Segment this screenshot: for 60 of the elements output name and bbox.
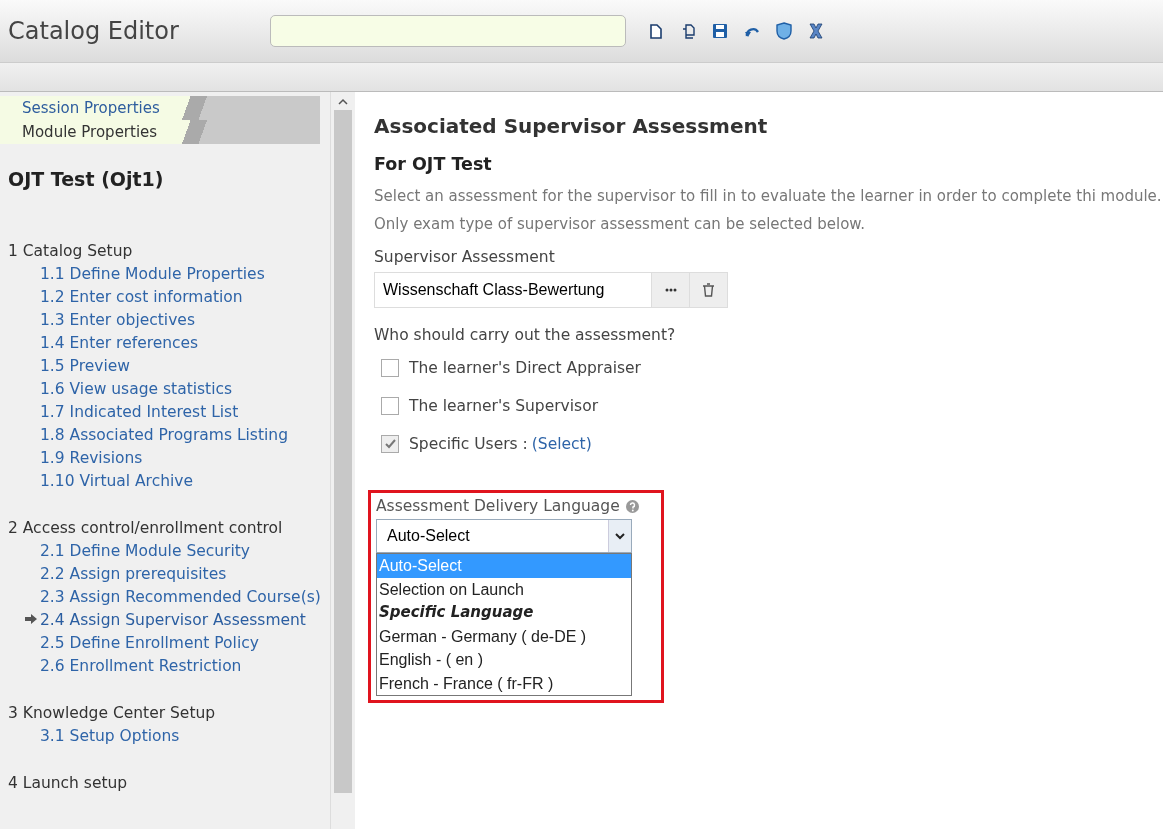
- app-title: Catalog Editor: [8, 17, 180, 45]
- delete-button[interactable]: [690, 272, 728, 308]
- assessment-field[interactable]: Wissenschaft Class-Bewertung: [374, 272, 652, 308]
- section-heading: 1 Catalog Setup: [8, 241, 134, 262]
- nav-link[interactable]: 1.8 Associated Programs Listing: [0, 424, 330, 447]
- checkbox[interactable]: [381, 435, 399, 453]
- new-document-icon: [650, 23, 662, 39]
- page-subtitle: For OJT Test: [374, 154, 493, 174]
- description: Select an assessment for the supervisor to fill in to evaluate the learner in order to complete thi module. Only exam type of supervisor assessment can be selected below.: [374, 186, 1163, 235]
- search-field[interactable]: [270, 15, 626, 47]
- trash-icon: [703, 283, 714, 297]
- nav-link[interactable]: 2.4 Assign Supervisor Assessment: [0, 609, 330, 632]
- checkbox-label: The learner's Direct Appraiser: [409, 359, 641, 377]
- dropdown-option[interactable]: German - Germany ( de-DE ): [377, 624, 631, 648]
- checkbox[interactable]: [381, 359, 399, 377]
- section-heading: 2 Access control/enrollment control: [8, 518, 284, 539]
- nav-link[interactable]: 1.5 Preview: [0, 355, 330, 378]
- nav-link[interactable]: 1.6 View usage statistics: [0, 378, 330, 401]
- nav-link[interactable]: 2.6 Enrollment Restriction: [0, 655, 330, 678]
- question-text: Who should carry out the assessment?: [374, 326, 677, 344]
- nav-link[interactable]: 1.3 Enter objectives: [0, 309, 330, 332]
- option-group-label: Specific Language: [378, 602, 535, 623]
- field-label: Supervisor Assessment: [374, 248, 556, 266]
- select-link[interactable]: (Select): [531, 435, 592, 453]
- scroll-thumb[interactable]: [334, 110, 352, 793]
- nav-link[interactable]: 1.7 Indicated Interest List: [0, 401, 330, 424]
- nav-link[interactable]: 1.9 Revisions: [0, 447, 330, 470]
- dropdown-option[interactable]: French - France ( fr-FR ): [377, 671, 631, 695]
- help-icon[interactable]: [625, 499, 639, 513]
- nav-link[interactable]: 1.1 Define Module Properties: [0, 263, 330, 286]
- shield-icon: [776, 22, 792, 40]
- sidebar-tab[interactable]: Module Properties: [0, 120, 320, 144]
- field-label: Assessment Delivery Language: [376, 497, 620, 515]
- checkbox-label: Specific Users :: [409, 435, 528, 453]
- nav-link[interactable]: 2.3 Assign Recommended Course(s): [0, 586, 330, 609]
- nav-link[interactable]: 1.4 Enter references: [0, 332, 330, 355]
- language-select[interactable]: Auto-Select: [376, 519, 632, 553]
- section-heading: 4 Launch setup: [8, 773, 129, 794]
- nav-link[interactable]: 2.1 Define Module Security: [0, 540, 330, 563]
- chevron-down-icon: [615, 532, 625, 540]
- nav-link[interactable]: 1.10 Virtual Archive: [0, 470, 330, 493]
- checkmark-icon: [384, 439, 396, 449]
- nav-link[interactable]: 3.1 Setup Options: [0, 725, 330, 748]
- nav-link[interactable]: 2.2 Assign prerequisites: [0, 563, 330, 586]
- page-title: Associated Supervisor Assessment: [374, 114, 769, 138]
- dropdown-option[interactable]: English - ( en ): [377, 648, 631, 672]
- dropdown-option[interactable]: Selection on Launch: [377, 577, 631, 601]
- ellipsis-icon: [664, 288, 677, 292]
- checkbox[interactable]: [381, 397, 399, 415]
- copy-icon: [680, 23, 696, 39]
- section-heading: 3 Knowledge Center Setup: [8, 703, 217, 724]
- scrollbar[interactable]: [330, 92, 355, 829]
- module-title: OJT Test (Ojt1): [8, 168, 165, 190]
- scroll-up-icon: [338, 98, 348, 106]
- nav-link[interactable]: 1.2 Enter cost information: [0, 286, 330, 309]
- dropdown-option[interactable]: Auto-Select: [377, 554, 631, 578]
- checkbox-label: The learner's Supervisor: [409, 397, 598, 415]
- save-icon: [712, 23, 728, 39]
- nav-link[interactable]: 2.5 Define Enrollment Policy: [0, 632, 330, 655]
- sidebar-tab[interactable]: Session Properties: [0, 96, 320, 120]
